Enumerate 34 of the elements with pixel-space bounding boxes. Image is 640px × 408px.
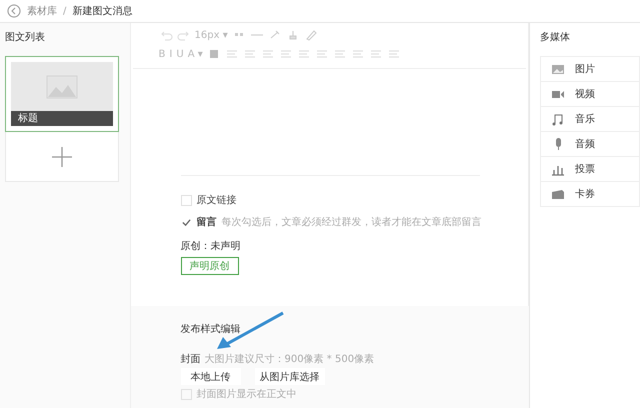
image-icon [551, 62, 565, 76]
article-card[interactable]: 标题 [5, 56, 119, 132]
media-item[interactable]: 卡券 [540, 181, 640, 207]
upload-button[interactable]: 从图片库选择 [254, 368, 325, 385]
upload-button[interactable]: 本地上传 [180, 368, 241, 385]
media-item[interactable]: 音乐 [540, 106, 640, 132]
original-status: 原创：未声明 [180, 240, 241, 253]
plus-icon[interactable] [51, 146, 73, 168]
add-article-button[interactable] [5, 132, 119, 182]
article-title: 标题 [11, 111, 113, 126]
option-label: 封面图片显示在正文中 [196, 388, 297, 401]
breadcrumb-link[interactable]: 素材库 [27, 4, 57, 18]
cover-label: 封面 [180, 352, 201, 366]
separator: / [63, 6, 66, 16]
pen-icon[interactable] [304, 28, 318, 42]
image-placeholder-icon [46, 74, 78, 98]
panel-title: 多媒体 [540, 31, 571, 44]
media-item[interactable]: 视频 [540, 81, 640, 107]
media-item[interactable]: 图片 [540, 56, 640, 82]
option-label: 留言 [196, 215, 217, 229]
panel-title: 图文列表 [5, 30, 45, 44]
checkbox[interactable] [180, 194, 192, 206]
checkbox[interactable] [180, 388, 192, 400]
ticket-icon [551, 187, 565, 201]
media-item[interactable]: 投票 [540, 156, 640, 182]
media-item[interactable]: 音频 [540, 131, 640, 157]
option-hint: 每次勾选后，文章必须经过群发，读者才能在文章底部留言 [222, 216, 482, 229]
section-title: 发布样式编辑 [180, 322, 241, 336]
back-icon[interactable] [7, 4, 21, 18]
page-title: 新建图文消息 [72, 4, 132, 18]
checkbox[interactable] [180, 216, 192, 228]
cover-hint: 大图片建议尺寸：900像素 * 500像素 [204, 352, 374, 366]
option-label: 原文链接 [196, 194, 237, 207]
music-note-icon [551, 112, 565, 126]
